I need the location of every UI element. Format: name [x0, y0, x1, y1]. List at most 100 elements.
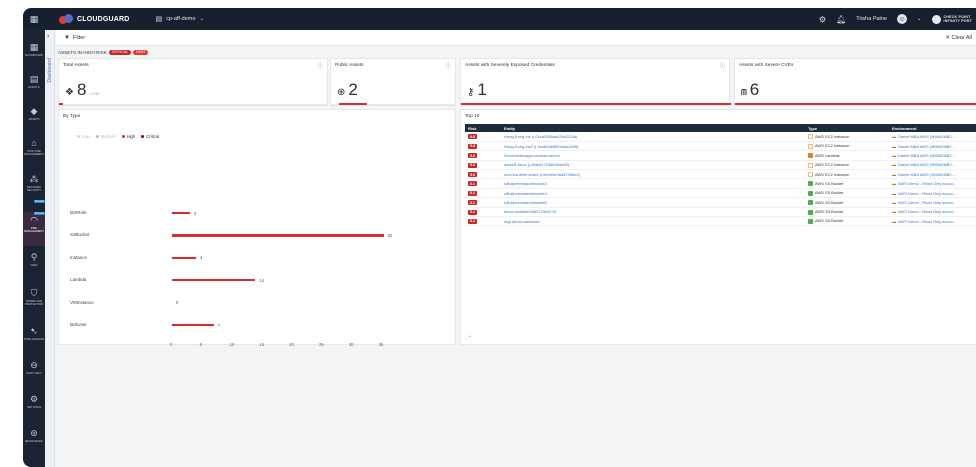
- entity-link[interactable]: s3fullpermissionbucket3: [504, 181, 547, 186]
- filter-icon[interactable]: ▼: [64, 35, 70, 41]
- environment-link[interactable]: Daniel MBA AWS (9694006B2...: [898, 162, 955, 167]
- entity-link[interactable]: Hong-Kong Ins2 (i-0ce83de8f90d4ad2cf5): [504, 144, 579, 149]
- info-icon[interactable]: ⓘ: [446, 62, 451, 69]
- legend-high[interactable]: High: [121, 134, 135, 139]
- nav-item-risk[interactable]: ◠ Risk Management Preview: [23, 212, 45, 246]
- nav-item-shift-left[interactable]: ⊖ Shift Left: [23, 360, 45, 375]
- kpi-public-assets[interactable]: Public Assets ⓘ ⊕ 2: [330, 58, 456, 106]
- bar-lamrole[interactable]: [172, 212, 190, 215]
- app-logo[interactable]: CLOUDGUARD: [59, 14, 130, 24]
- table-row[interactable]: 9.8 Hong-Kong Ins (i-01cd33f0dab20c0223d)…: [465, 132, 976, 142]
- environment-link[interactable]: AWS Demo - Read Only accou...: [898, 191, 956, 196]
- col-type[interactable]: Type: [805, 124, 889, 132]
- col-entity[interactable]: Entity: [501, 124, 805, 132]
- entity-cell[interactable]: Hong-Kong Ins2 (i-0ce83de8f90d4ad2cf5): [501, 141, 805, 152]
- entity-link[interactable]: s3fullpermissionbucket4: [504, 191, 547, 196]
- help-icon[interactable]: ⚙: [819, 15, 826, 24]
- entity-link[interactable]: Hong-Kong Ins (i-01cd33f0dab20c0223d): [504, 134, 577, 139]
- table-row[interactable]: 8.1 ibuce-webkiler0960719b8719 AWS S3 Buck…: [465, 207, 976, 218]
- bar-lambda[interactable]: [172, 279, 256, 282]
- environment-cell[interactable]: ▬ AWS Demo - Read Only accou...: [889, 216, 976, 227]
- entity-link[interactable]: ibuce-webkiler0960719b8719: [504, 209, 556, 214]
- high-pill[interactable]: HIGH: [133, 49, 149, 55]
- nav-item-settings[interactable]: ⚙ Settings: [23, 394, 45, 409]
- environment-link[interactable]: AWS Demo - Read Only accou...: [898, 200, 956, 205]
- entity-link[interactable]: mgt-demo-webstore: [504, 219, 540, 224]
- nav-item-network[interactable]: ⁂ Network Security Preview: [23, 174, 45, 203]
- environment-cell[interactable]: ▬ AWS Demo - Read Only accou...: [889, 207, 976, 218]
- kpi-severe-cves[interactable]: Assets with Severe CVEs ᗰ 6: [734, 58, 976, 106]
- notification-bell-icon[interactable]: 🔔︎: [836, 15, 846, 24]
- environment-cell[interactable]: ▬ Daniel MBA AWS (9694006B2...: [889, 141, 976, 152]
- nav-item-posture[interactable]: ⌂ Posture Management: [23, 138, 45, 156]
- environment-cell[interactable]: ▬ AWS Demo - Read Only accou...: [889, 178, 976, 189]
- context-selector[interactable]: ▤ cp-aff-demo ⌄: [156, 15, 204, 23]
- nav-item-resources[interactable]: ⊚ Resources: [23, 428, 45, 443]
- entity-cell[interactable]: s3fullpermissionbucket4: [501, 188, 805, 199]
- bar-s3bucket[interactable]: [172, 234, 384, 237]
- entity-cell[interactable]: Hong-Kong Ins (i-01cd33f0dab20c0223d): [501, 132, 805, 142]
- info-icon[interactable]: ⓘ: [318, 62, 323, 69]
- avatar[interactable]: ☺: [896, 14, 907, 24]
- entity-cell[interactable]: new-ins-after-share (i-0ee43e0a4d7306e2): [501, 169, 805, 180]
- environment-cell[interactable]: ▬ AWS Demo - Read Only accou...: [889, 197, 976, 208]
- nav-item-events[interactable]: ▤ Events: [23, 74, 45, 89]
- environment-cell[interactable]: ▬ Daniel MBA AWS (9694006B2...: [889, 150, 976, 161]
- table-row[interactable]: 8.1 s3fullpermissionbucket4 AWS S3 Bucket ▬…: [465, 188, 976, 199]
- legend-critical[interactable]: Critical: [141, 134, 159, 139]
- nav-item-dashboard[interactable]: ▦ Dashboard: [23, 42, 45, 57]
- table-row[interactable]: 8.1 mgt-demo-webstore AWS S3 Bucket ▬ AWS De…: [465, 216, 976, 227]
- environment-link[interactable]: AWS Demo - Read Only accou...: [898, 209, 956, 214]
- col-environment[interactable]: Environment: [889, 124, 976, 132]
- table-row[interactable]: 9.8 Hong-Kong Ins2 (i-0ce83de8f90d4ad2cf5…: [465, 141, 976, 152]
- entity-link[interactable]: daniel1-linux (i-0fae62723ab9bde80): [504, 162, 569, 167]
- legend-medium[interactable]: Medium: [95, 134, 116, 139]
- entity-cell[interactable]: ibuce-webkiler0960719b8719: [501, 207, 805, 218]
- user-name[interactable]: Trisha Paine: [856, 16, 887, 22]
- table-row[interactable]: 9.6 new-ins-after-share (i-0ee43e0a4d7306…: [465, 169, 976, 180]
- entity-cell[interactable]: mgt-demo-webstore: [501, 216, 805, 227]
- col-risk[interactable]: Risk: [465, 124, 501, 132]
- table-row[interactable]: 8.1 s3fullpermissionbucket5 AWS S3 Bucket ▬…: [465, 197, 976, 208]
- user-menu-chevron-icon[interactable]: ⌄: [917, 16, 922, 22]
- entity-cell[interactable]: daniel1-linux (i-0fae62723ab9bde80): [501, 160, 805, 171]
- entity-cell[interactable]: s3fullpermissionbucket5: [501, 197, 805, 208]
- entity-cell[interactable]: ServiceManager-lambda-secret: [501, 150, 805, 161]
- chevron-right-icon[interactable]: ›: [47, 33, 49, 40]
- kpi-exposed-credentials[interactable]: Assets with Severely Exposed Credentials…: [460, 58, 731, 106]
- legend-low[interactable]: Low: [77, 134, 90, 139]
- nav-item-workload[interactable]: ⛉ Workload Protection: [23, 288, 45, 306]
- bar-instance[interactable]: [172, 256, 196, 259]
- filter-label[interactable]: Filter: [73, 35, 85, 41]
- entity-link[interactable]: ServiceManager-lambda-secret: [504, 153, 560, 158]
- risk-badge: 9.8: [468, 143, 477, 149]
- table-row[interactable]: 8.1 s3fullpermissionbucket3 AWS S3 Bucket ▬…: [465, 178, 976, 189]
- scroll-indicator[interactable]: •: [469, 334, 471, 340]
- environment-link[interactable]: Daniel MBA AWS (9694006B2...: [898, 172, 955, 177]
- entity-cell[interactable]: s3fullpermissionbucket3: [501, 178, 805, 189]
- info-icon[interactable]: ⓘ: [720, 62, 725, 69]
- environment-cell[interactable]: ▬ Daniel MBA AWS (9694006B2...: [889, 132, 976, 142]
- nav-item-assets[interactable]: ◆ Assets: [23, 106, 45, 121]
- kpi-total-assets[interactable]: Total Assets ⓘ ❖ 8 / 1016: [58, 58, 328, 106]
- environment-link[interactable]: Daniel MBA AWS (9694006B2...: [898, 134, 955, 139]
- type-cell: AWS S3 Bucket: [805, 188, 889, 199]
- environment-link[interactable]: Daniel MBA AWS (9694006B2...: [898, 144, 955, 149]
- nav-item-ciem[interactable]: ⚲ CIEM: [23, 252, 45, 267]
- entity-link[interactable]: new-ins-after-share (i-0ee43e0a4d7306e2): [504, 172, 580, 177]
- clear-all-button[interactable]: ✕ Clear All: [945, 35, 976, 41]
- environment-link[interactable]: Daniel MBA AWS (9694006B2...: [898, 153, 955, 158]
- environment-link[interactable]: AWS Demo - Read Only accou...: [898, 181, 956, 186]
- critical-pill[interactable]: CRITICAL: [108, 49, 132, 55]
- app-grid-icon[interactable]: ▦: [23, 8, 45, 30]
- bar-lamuser[interactable]: [172, 324, 214, 327]
- environment-cell[interactable]: ▬ Daniel MBA AWS (9694006B2...: [889, 169, 976, 180]
- environment-cell[interactable]: ▬ Daniel MBA AWS (9694006B2...: [889, 160, 976, 171]
- table-row[interactable]: 9.6 ServiceManager-lambda-secret AWS Lambd…: [465, 150, 976, 161]
- environment-link[interactable]: AWS Demo - Read Only accou...: [898, 219, 956, 224]
- sub-nav-dashboard-tab[interactable]: Dashboard: [47, 58, 53, 82]
- entity-link[interactable]: s3fullpermissionbucket5: [504, 200, 547, 205]
- nav-item-intelligence[interactable]: ➷ Intelligence: [23, 326, 45, 341]
- table-row[interactable]: 9.6 daniel1-linux (i-0fae62723ab9bde80) AW…: [465, 160, 976, 171]
- environment-cell[interactable]: ▬ AWS Demo - Read Only accou...: [889, 188, 976, 199]
